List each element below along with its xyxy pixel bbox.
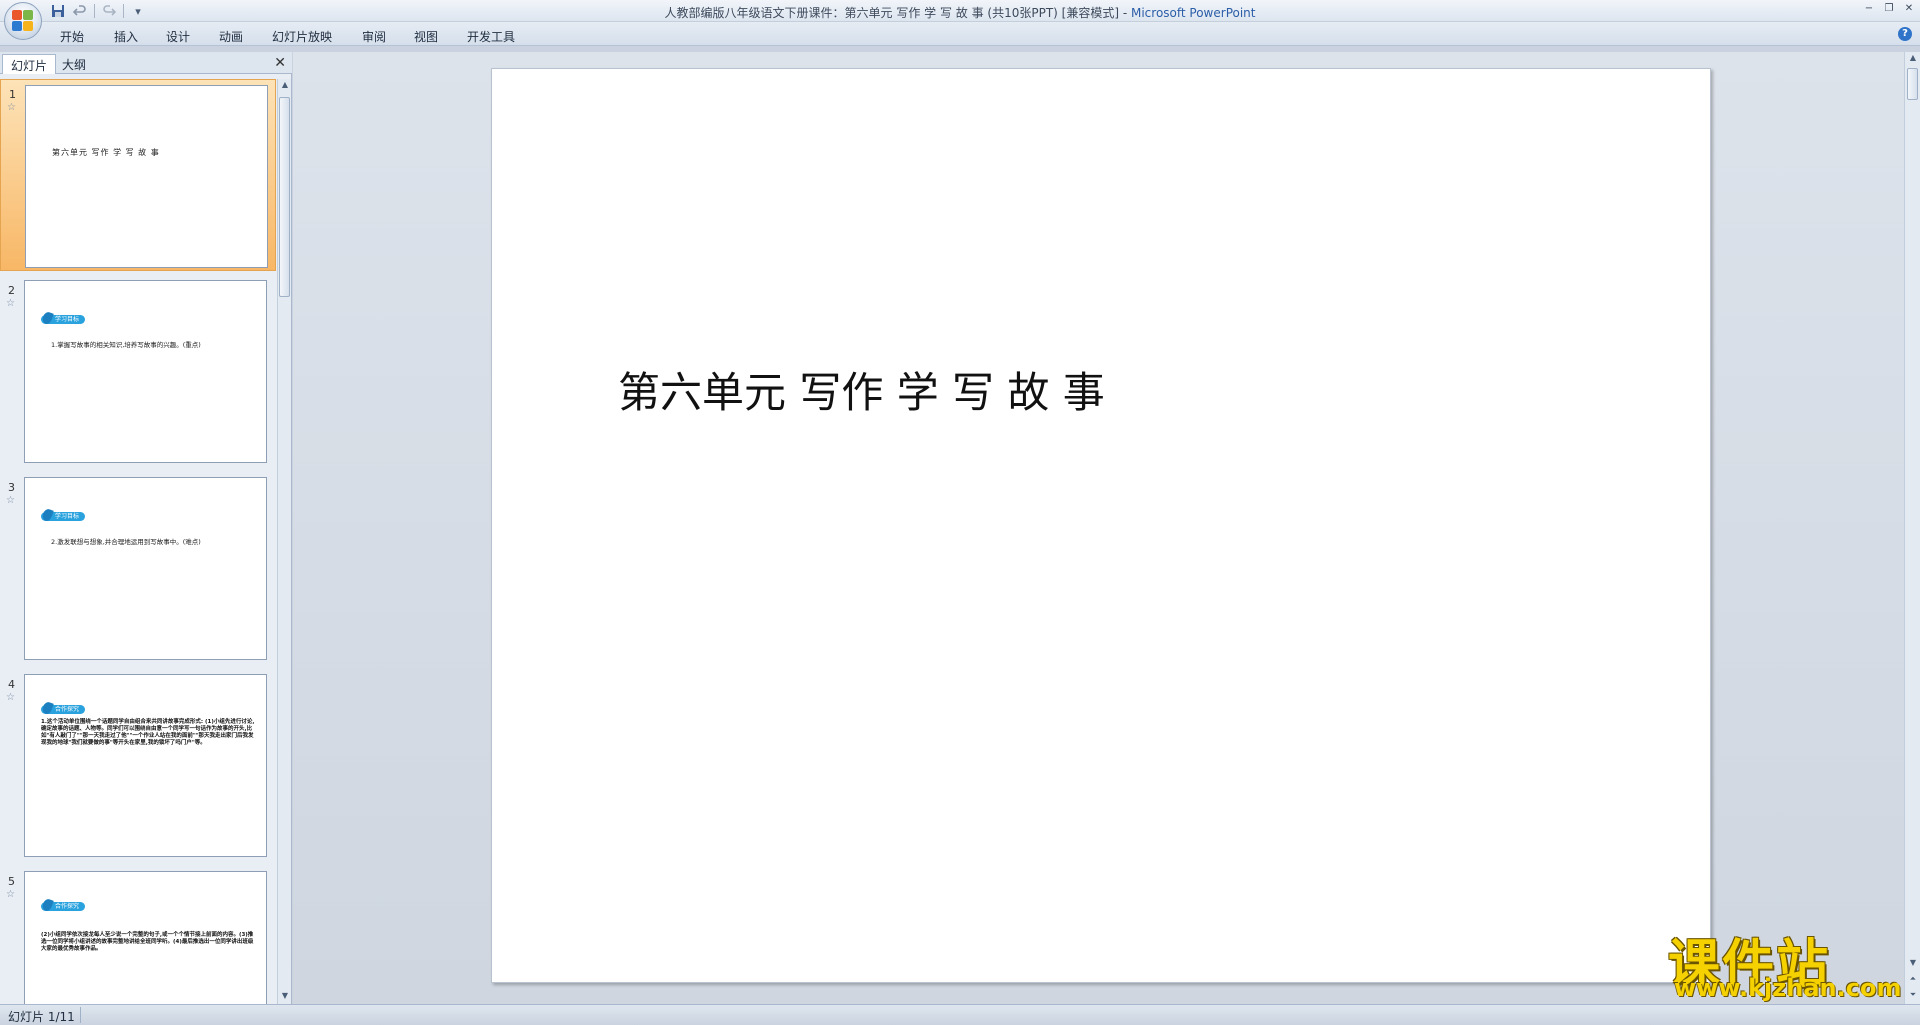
thumbnail-badge: 学习目标: [41, 512, 86, 521]
tab-review[interactable]: 审阅: [362, 28, 386, 45]
tab-slides[interactable]: 幻灯片: [2, 54, 57, 74]
slide-thumbnail-row[interactable]: 5 ☆ 合作探究 (2)小组同学依次接龙每人至少说一个完整的句子,或一个个情节接…: [0, 867, 276, 1004]
current-slide[interactable]: 第六单元 写作 学 写 故 事: [491, 68, 1711, 983]
scroll-down-icon[interactable]: ▼: [1908, 958, 1918, 970]
thumbnail-badge: 学习目标: [41, 315, 86, 324]
animation-star-icon: ☆: [6, 298, 15, 309]
tab-outline[interactable]: 大纲: [54, 54, 94, 74]
main-scrollbar[interactable]: ▲ ▼ ⏶ ⏷: [1904, 52, 1920, 1004]
scrollbar-thumb[interactable]: [279, 97, 290, 297]
office-button[interactable]: [4, 2, 42, 40]
status-bar: 幻灯片 1/11: [0, 1004, 1920, 1025]
slide-thumbnail-row[interactable]: 2 ☆ 学习目标 1.掌握写故事的相关知识,培养写故事的兴趣。(重点): [0, 276, 276, 468]
close-button[interactable]: ✕: [1902, 2, 1916, 16]
slide-thumbnail-row[interactable]: 3 ☆ 学习目标 2.激发联想与想象,并合理地运用到写故事中。(难点): [0, 473, 276, 665]
help-icon[interactable]: ?: [1898, 27, 1912, 41]
thumbnail-list: 1 ☆ 第六单元 写作 学 写 故 事 2 ☆ 学习目标 1.掌握写故事的相关知…: [0, 79, 276, 1004]
tab-home[interactable]: 开始: [60, 28, 84, 45]
ribbon-tab-row: 开始 插入 设计 动画 幻灯片放映 审阅 视图 开发工具 ?: [0, 22, 1920, 46]
thumbnail-scrollbar[interactable]: ▲ ▼: [277, 79, 291, 1004]
previous-slide-icon[interactable]: ⏶: [1908, 974, 1918, 986]
app-name: Microsoft PowerPoint: [1130, 6, 1256, 20]
slide-thumbnail[interactable]: 合作探究 (2)小组同学依次接龙每人至少说一个完整的句子,或一个个情节接上前面的…: [24, 871, 267, 1004]
window-controls: − ❐ ✕: [1862, 2, 1916, 16]
scroll-up-icon[interactable]: ▲: [1908, 53, 1918, 65]
slides-pane: 幻灯片 大纲 ✕ 1 ☆ 第六单元 写作 学 写 故 事 2 ☆ 学习目标 1.…: [0, 52, 292, 1004]
tab-animations[interactable]: 动画: [219, 28, 243, 45]
animation-star-icon: ☆: [7, 102, 16, 113]
animation-star-icon: ☆: [6, 495, 15, 506]
office-logo-icon: [12, 10, 34, 32]
tab-insert[interactable]: 插入: [114, 28, 138, 45]
slide-counter: 幻灯片 1/11: [8, 1010, 75, 1024]
slide-title[interactable]: 第六单元 写作 学 写 故 事: [618, 359, 1105, 420]
slide-editing-area: 第六单元 写作 学 写 故 事: [293, 52, 1904, 1004]
slide-thumbnail-row[interactable]: 4 ☆ 合作探究 1.这个活动单位围绕一个话题同学自由组合来共同讲故事完成形式:…: [0, 670, 276, 862]
title-bar: ▾ 人教部编版八年级语文下册课件：第六单元 写作 学 写 故 事 (共10张PP…: [0, 0, 1920, 22]
slide-number: 5: [8, 875, 15, 888]
thumbnail-badge: 合作探究: [41, 705, 86, 714]
thumbnail-text: (2)小组同学依次接龙每人至少说一个完整的句子,或一个个情节接上前面的内容。(3…: [41, 932, 254, 952]
tab-view[interactable]: 视图: [414, 28, 438, 45]
watermark-url: www.kjzhan.com: [1674, 974, 1902, 1002]
slide-number: 3: [8, 481, 15, 494]
status-separator: [80, 1007, 81, 1023]
window-title: 人教部编版八年级语文下册课件：第六单元 写作 学 写 故 事 (共10张PPT)…: [0, 4, 1920, 21]
slide-number: 4: [8, 678, 15, 691]
thumbnail-badge: 合作探究: [41, 902, 86, 911]
tab-design[interactable]: 设计: [166, 28, 190, 45]
thumbnail-title: 第六单元 写作 学 写 故 事: [52, 148, 160, 157]
pane-tabs: 幻灯片 大纲 ✕: [0, 52, 292, 74]
thumbnail-text: 1.掌握写故事的相关知识,培养写故事的兴趣。(重点): [51, 341, 201, 349]
animation-star-icon: ☆: [6, 889, 15, 900]
thumbnail-text: 1.这个活动单位围绕一个话题同学自由组合来共同讲故事完成形式: (1)小组先进行…: [41, 719, 255, 746]
scrollbar-thumb[interactable]: [1907, 68, 1918, 100]
tab-slideshow[interactable]: 幻灯片放映: [272, 28, 332, 45]
slide-thumbnail[interactable]: 学习目标 1.掌握写故事的相关知识,培养写故事的兴趣。(重点): [24, 280, 267, 463]
slide-thumbnail-row[interactable]: 1 ☆ 第六单元 写作 学 写 故 事: [0, 79, 276, 271]
restore-button[interactable]: ❐: [1882, 2, 1896, 16]
scroll-up-icon[interactable]: ▲: [280, 80, 290, 92]
slide-thumbnail[interactable]: 学习目标 2.激发联想与想象,并合理地运用到写故事中。(难点): [24, 477, 267, 660]
minimize-button[interactable]: −: [1862, 2, 1876, 16]
document-title: 人教部编版八年级语文下册课件：第六单元 写作 学 写 故 事 (共10张PPT)…: [664, 6, 1131, 20]
pane-close-icon[interactable]: ✕: [274, 55, 286, 71]
thumbnail-text: 2.激发联想与想象,并合理地运用到写故事中。(难点): [51, 538, 201, 546]
next-slide-icon[interactable]: ⏷: [1908, 990, 1918, 1002]
watermark-logo: 课件站 www.kjzhan.com: [1668, 922, 1904, 1002]
slide-thumbnail[interactable]: 第六单元 写作 学 写 故 事: [25, 85, 268, 268]
animation-star-icon: ☆: [6, 692, 15, 703]
slide-number: 2: [8, 284, 15, 297]
slide-number: 1: [9, 88, 16, 101]
slide-thumbnail[interactable]: 合作探究 1.这个活动单位围绕一个话题同学自由组合来共同讲故事完成形式: (1)…: [24, 674, 267, 857]
tab-developer[interactable]: 开发工具: [467, 28, 515, 45]
scroll-down-icon[interactable]: ▼: [280, 991, 290, 1003]
